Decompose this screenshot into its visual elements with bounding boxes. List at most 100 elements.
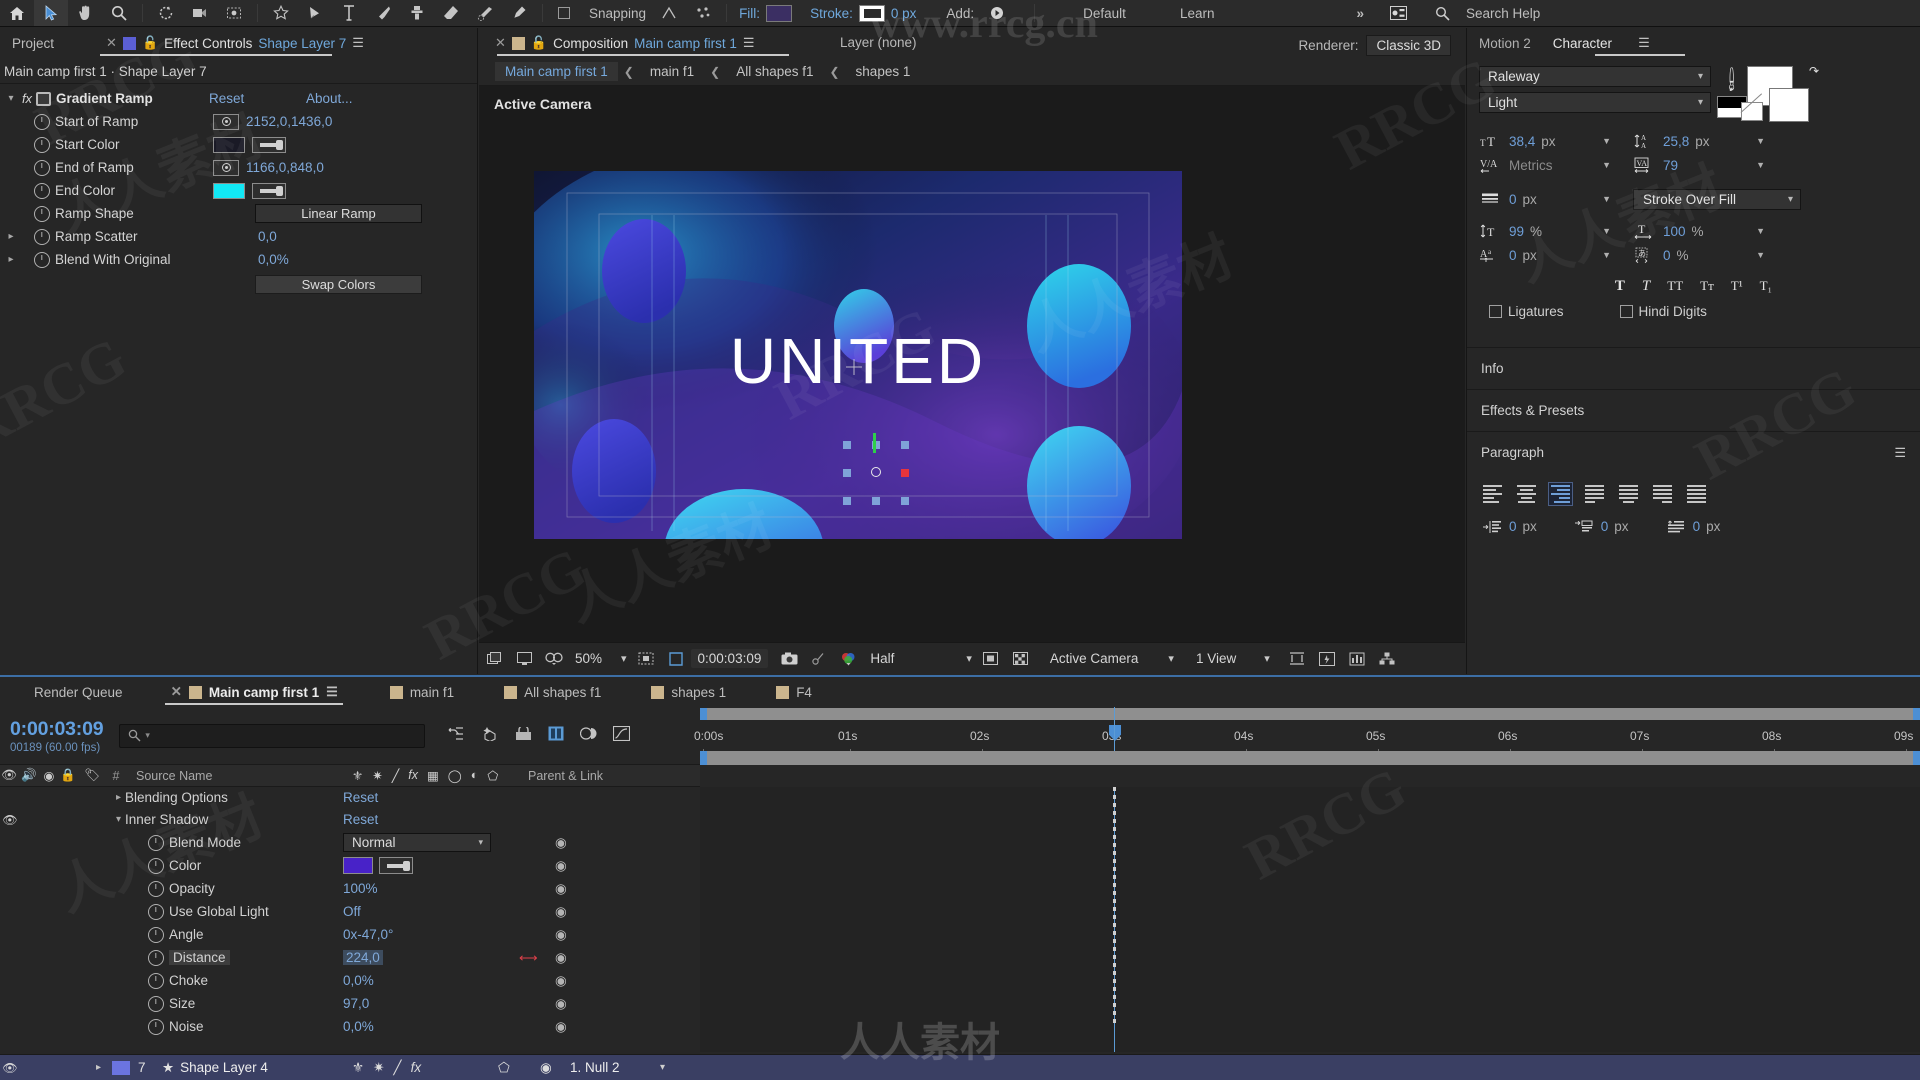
- chevron-down-icon[interactable]: ▼: [1602, 226, 1611, 236]
- work-area-bar-top[interactable]: [700, 708, 1920, 720]
- graph-editor-split-icon[interactable]: [548, 726, 564, 745]
- handle-tl[interactable]: [843, 441, 851, 449]
- tracking-field[interactable]: VA 79 ▼: [1633, 154, 1765, 176]
- chevron-right-icon[interactable]: ▸: [4, 254, 18, 265]
- timeline-row-inner-shadow[interactable]: 👁 ▾ Inner Shadow Reset: [0, 808, 700, 831]
- baseline-shift-field[interactable]: Aa 0 px ▼: [1479, 244, 1611, 266]
- effect-about-link[interactable]: About...: [306, 91, 353, 106]
- parent-link-column[interactable]: Parent & Link: [528, 769, 603, 783]
- chevron-down-icon[interactable]: ▼: [1602, 194, 1611, 204]
- stopwatch-icon[interactable]: [148, 903, 164, 920]
- property-row-blend-with-original[interactable]: ▸ Blend With Original 0,0%: [0, 248, 477, 271]
- superscript-button[interactable]: T¹: [1731, 278, 1743, 295]
- timeline-row-blending-options[interactable]: ▸ Blending Options Reset: [0, 787, 700, 808]
- accordion-effects-presets[interactable]: Effects & Presets: [1467, 389, 1920, 431]
- work-area-start-handle-2[interactable]: [700, 751, 707, 765]
- keyframe-navigator-icon[interactable]: ◉: [555, 904, 567, 920]
- parent-link-value[interactable]: 1. Null 2: [570, 1060, 620, 1075]
- row-value[interactable]: 0,0%: [343, 1019, 374, 1034]
- composition-frame[interactable]: UNITED: [534, 171, 1182, 539]
- y-axis-arrow[interactable]: [873, 433, 876, 453]
- property-row-end-color[interactable]: End Color: [0, 179, 477, 202]
- timeline-row-opacity[interactable]: Opacity 100% ◉: [0, 877, 700, 900]
- timeline-row-color[interactable]: Color ◉: [0, 854, 700, 877]
- handle-bl[interactable]: [843, 497, 851, 505]
- work-area-bar-bottom[interactable]: [700, 751, 1920, 765]
- chevron-down-icon[interactable]: ▼: [1756, 136, 1765, 146]
- timeline-row-size[interactable]: Size 97,0 ◉: [0, 992, 700, 1015]
- type-tool-icon[interactable]: [332, 0, 366, 26]
- layer-color-swatch[interactable]: [112, 1060, 130, 1075]
- parent-pickwhip-icon[interactable]: ◉: [540, 1060, 552, 1076]
- chevron-right-icon[interactable]: ▸: [96, 1062, 112, 1073]
- stereo-3d-icon[interactable]: [539, 644, 569, 674]
- chevron-down-icon[interactable]: ▾: [4, 93, 18, 104]
- timeline-row-distance[interactable]: Distance 224,0 ⟷ ◉: [0, 946, 700, 969]
- roto-brush-tool-icon[interactable]: [468, 0, 502, 26]
- justify-last-right-button[interactable]: [1651, 483, 1674, 505]
- row-value[interactable]: 0x-47,0°: [343, 927, 393, 942]
- timeline-row-angle[interactable]: Angle 0x-47,0° ◉: [0, 923, 700, 946]
- workspace-settings-icon[interactable]: [1382, 0, 1416, 26]
- current-time-value[interactable]: 0:00:03:09: [690, 649, 769, 668]
- stopwatch-icon[interactable]: [148, 926, 164, 943]
- accordion-paragraph[interactable]: Paragraph ☰: [1467, 431, 1920, 473]
- align-right-button[interactable]: [1548, 482, 1573, 506]
- quality-toggle-icon[interactable]: ╱: [393, 1060, 401, 1076]
- swap-fill-stroke-icon[interactable]: ↷: [1809, 64, 1819, 78]
- pixel-aspect-icon[interactable]: [1282, 644, 1312, 674]
- chevron-down-icon[interactable]: ▾: [116, 814, 121, 825]
- timeline-row-blend-mode[interactable]: Blend Mode Normal ▾ ◉: [0, 831, 700, 854]
- puppet-pin-tool-icon[interactable]: [502, 0, 536, 26]
- collapse-toggle-icon[interactable]: ✷: [373, 1060, 384, 1076]
- property-value[interactable]: 0,0%: [258, 252, 289, 267]
- ligatures-checkbox[interactable]: Ligatures: [1489, 304, 1564, 319]
- font-family-select[interactable]: Raleway ▾: [1479, 66, 1711, 87]
- selection-tool-icon[interactable]: [34, 0, 68, 26]
- stopwatch-icon[interactable]: [148, 1018, 164, 1035]
- property-value[interactable]: 2152,0,1436,0: [246, 114, 332, 129]
- graph-editor-icon[interactable]: [613, 725, 631, 745]
- handle-ml[interactable]: [843, 469, 851, 477]
- row-value[interactable]: 97,0: [343, 996, 369, 1011]
- color-swatch[interactable]: [343, 857, 373, 874]
- expression-link-icon[interactable]: ⟷: [519, 950, 538, 966]
- breadcrumb-item-2[interactable]: All shapes f1: [726, 62, 823, 81]
- brush-tool-icon[interactable]: [366, 0, 400, 26]
- row-value[interactable]: 224,0: [343, 950, 383, 965]
- tab-f4[interactable]: F4: [760, 685, 828, 700]
- region-interest-toggle-icon[interactable]: [976, 644, 1006, 674]
- character-panel-menu-icon[interactable]: ☰: [1638, 35, 1650, 51]
- grid-guides-icon[interactable]: [631, 644, 661, 674]
- stopwatch-icon[interactable]: [148, 995, 164, 1012]
- ramp-shape-dropdown[interactable]: Linear Ramp: [255, 204, 422, 223]
- property-row-start-of-ramp[interactable]: Start of Ramp 2152,0,1436,0: [0, 110, 477, 133]
- camera-caret-icon[interactable]: ▾: [1164, 652, 1178, 665]
- property-row-start-color[interactable]: Start Color: [0, 133, 477, 156]
- keyframe-navigator-icon[interactable]: ◉: [555, 927, 567, 943]
- stopwatch-icon[interactable]: [34, 182, 50, 199]
- work-area-start-handle[interactable]: [700, 708, 707, 720]
- selection-bounding-box[interactable]: [843, 433, 909, 505]
- keyframe-navigator-icon[interactable]: ◉: [555, 835, 567, 851]
- stroke-swatch[interactable]: [858, 4, 885, 22]
- stopwatch-icon[interactable]: [148, 949, 164, 966]
- stopwatch-icon[interactable]: [34, 136, 50, 153]
- lock-icon[interactable]: 🔓: [142, 35, 158, 51]
- font-style-select[interactable]: Light ▾: [1479, 92, 1711, 113]
- faux-italic-button[interactable]: T: [1642, 278, 1650, 295]
- accordion-info[interactable]: Info: [1467, 347, 1920, 389]
- keyframe-navigator-icon[interactable]: ◉: [555, 996, 567, 1012]
- timeline-search-input[interactable]: ▾: [119, 723, 426, 748]
- effects-toggle-icon[interactable]: fx: [411, 1060, 422, 1075]
- layer-blend-icon[interactable]: [580, 726, 597, 745]
- source-name-column[interactable]: Source Name: [136, 769, 212, 783]
- property-row-end-of-ramp[interactable]: End of Ramp 1166,0,848,0: [0, 156, 477, 179]
- stopwatch-icon[interactable]: [148, 972, 164, 989]
- timeline-layer-row-shape-layer-4[interactable]: 👁 ▸ 7 ★ Shape Layer 4 ⚜ ✷ ╱ fx ⬠ ◉ 1. Nu…: [0, 1054, 1920, 1080]
- indent-first-line-field[interactable]: 0 px: [1665, 519, 1720, 534]
- timeline-ruler[interactable]: 0:00s 01s 02s 03s 04s 05s 06s 07s: [694, 707, 1920, 765]
- align-icon[interactable]: [652, 0, 686, 26]
- hand-tool-icon[interactable]: [68, 0, 102, 26]
- stopwatch-icon[interactable]: [148, 857, 164, 874]
